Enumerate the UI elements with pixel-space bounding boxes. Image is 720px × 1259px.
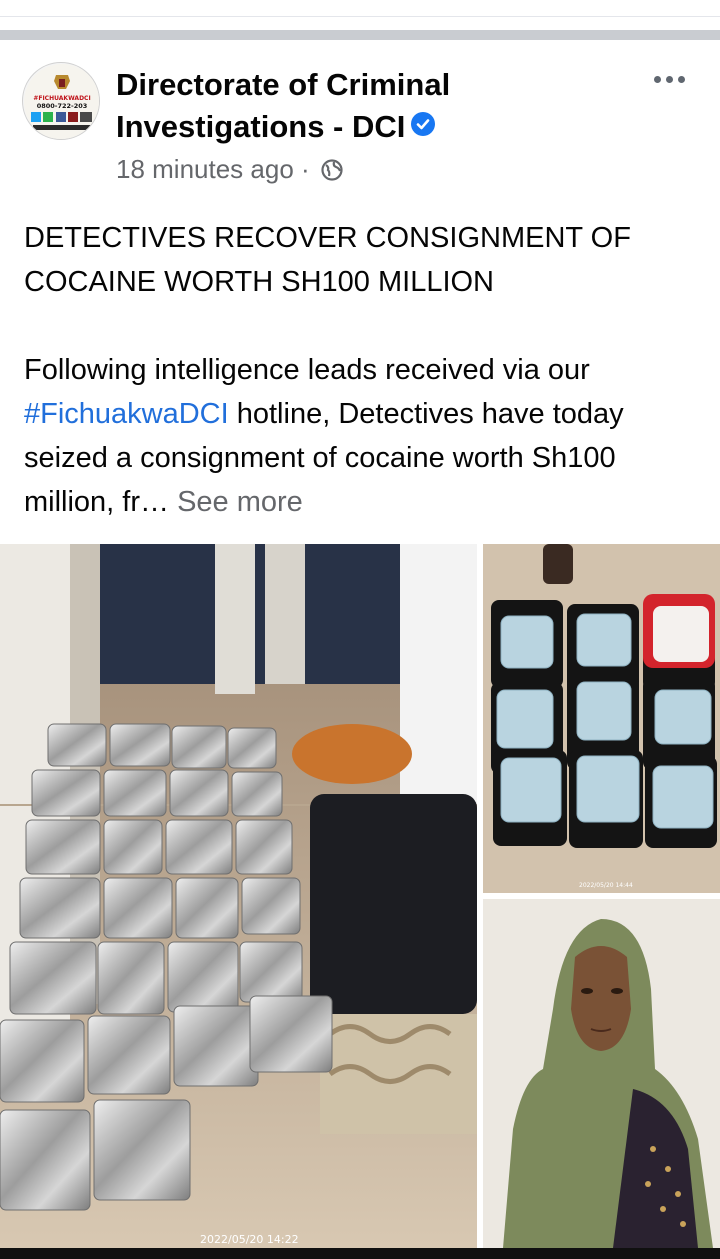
dci-logo-icon: #FICHUAKWADCI 0800-722-203 <box>24 64 99 139</box>
body-text-start: Following intelligence leads received vi… <box>24 354 590 386</box>
photo-date-stamp: 2022/05/20 14:22 <box>200 1233 299 1246</box>
avatar[interactable]: #FICHUAKWADCI 0800-722-203 <box>22 62 100 140</box>
divider <box>0 16 720 17</box>
feed-separator <box>0 30 720 40</box>
post-meta: 18 minutes ago · <box>116 152 343 189</box>
photo-seized-packets[interactable]: 2022/05/20 14:22 <box>0 544 477 1248</box>
hashtag-link[interactable]: #FichuakwaDCI <box>24 398 229 430</box>
photo-suspect-portrait[interactable] <box>483 899 720 1248</box>
avatar-phone: 0800-722-203 <box>37 102 88 110</box>
public-globe-icon <box>321 155 343 189</box>
post-timestamp[interactable]: 18 minutes ago <box>116 154 294 184</box>
bottom-bar <box>0 1248 720 1259</box>
avatar-hashtag: #FICHUAKWADCI <box>33 95 90 102</box>
page-name-text[interactable]: Directorate of Criminal Investigations -… <box>116 67 450 144</box>
page-name[interactable]: Directorate of Criminal Investigations -… <box>116 64 596 148</box>
post-header: #FICHUAKWADCI 0800-722-203 Directorate o… <box>0 40 720 200</box>
verified-badge-icon <box>411 112 436 136</box>
post-paragraph: Following intelligence leads received vi… <box>24 348 704 524</box>
see-more-link[interactable]: See more <box>177 486 303 518</box>
photo-date-stamp-small: 2022/05/20 14:44 <box>579 882 633 889</box>
photo-grid: 2022/05/20 14:22 2022/05/20 14:44 <box>0 544 720 1248</box>
more-options-icon[interactable] <box>648 62 692 92</box>
meta-separator: · <box>301 154 310 184</box>
photo-packets-bags[interactable]: 2022/05/20 14:44 <box>483 544 720 893</box>
post-headline: DETECTIVES RECOVER CONSIGNMENT OF COCAIN… <box>24 222 631 298</box>
top-strip <box>0 0 720 30</box>
post-body: DETECTIVES RECOVER CONSIGNMENT OF COCAIN… <box>24 216 704 524</box>
